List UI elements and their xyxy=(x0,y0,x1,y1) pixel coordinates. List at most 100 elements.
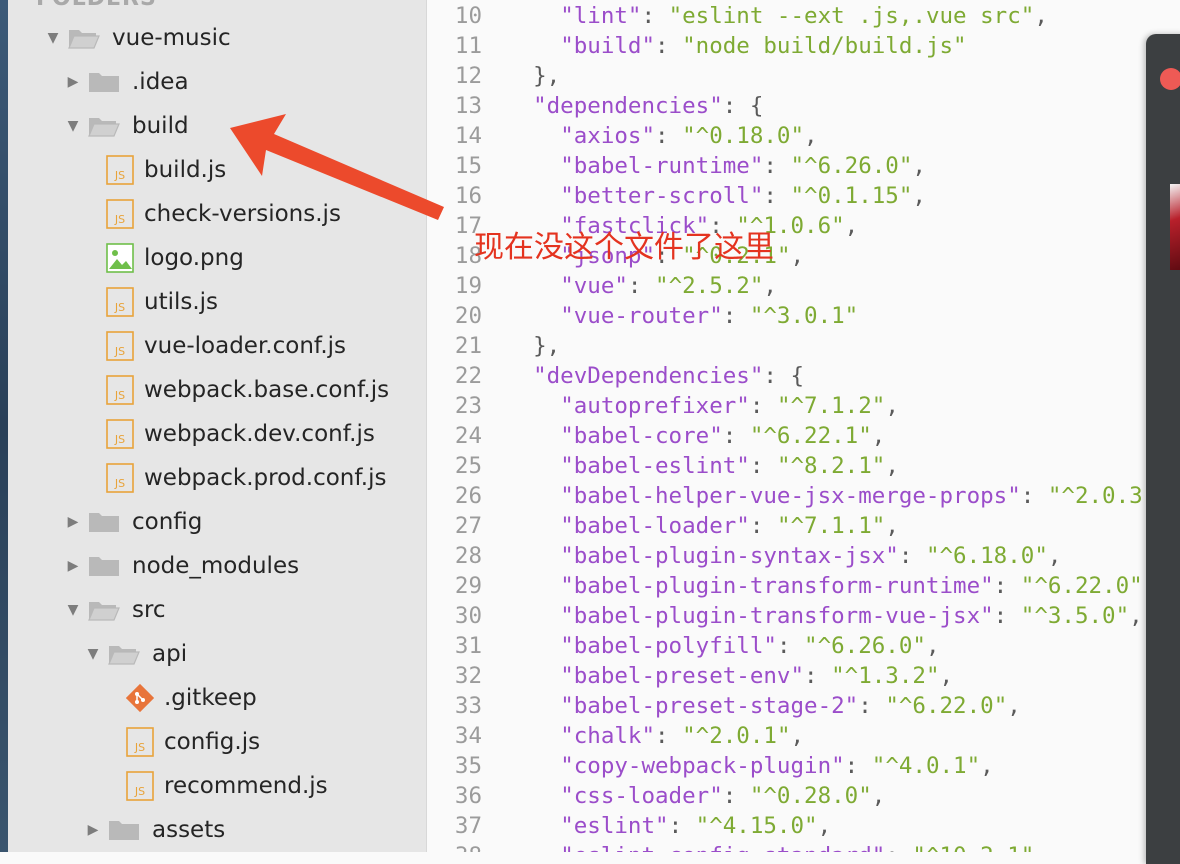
line-number: 26 xyxy=(454,483,482,509)
code-line[interactable]: 31 "babel-polyfill": "^6.26.0", xyxy=(427,631,940,661)
json-value: ^4.0.1 xyxy=(885,753,967,779)
tree-file-webpack-prod-conf-js[interactable]: JS webpack.prod.conf.js xyxy=(0,456,426,500)
tree-file-check-versions-js[interactable]: JS check-versions.js xyxy=(0,192,426,236)
json-value: ^6.26.0 xyxy=(817,633,913,659)
code-line[interactable]: 33 "babel-preset-stage-2": "^6.22.0", xyxy=(427,691,1021,721)
line-number: 16 xyxy=(454,183,482,209)
disclosure-open-icon[interactable]: ▼ xyxy=(44,29,62,47)
code-line[interactable]: 16 "better-scroll": "^0.1.15", xyxy=(427,181,926,211)
tree-folder-api[interactable]: ▼ api xyxy=(0,632,426,676)
json-value: ^6.18.0 xyxy=(939,543,1035,569)
code-line[interactable]: 38 "eslint-config-standard": "^10.2.1", xyxy=(427,841,1048,852)
tree-folder-vue-music[interactable]: ▼ vue-music xyxy=(0,16,426,60)
trailing-comma: , xyxy=(912,153,926,179)
tree-file-vue-loader-conf-js[interactable]: JS vue-loader.conf.js xyxy=(0,324,426,368)
line-number: 19 xyxy=(454,273,482,299)
line-number: 24 xyxy=(454,423,482,449)
code-line[interactable]: 10 "lint": "eslint --ext .js,.vue src", xyxy=(427,1,1048,31)
code-line[interactable]: 25 "babel-eslint": "^8.2.1", xyxy=(427,451,899,481)
tree-folder-config[interactable]: ▶ config xyxy=(0,500,426,544)
disclosure-closed-icon[interactable]: ▶ xyxy=(64,557,82,575)
code-line[interactable]: 35 "copy-webpack-plugin": "^4.0.1", xyxy=(427,751,994,781)
disclosure-closed-icon[interactable]: ▶ xyxy=(64,73,82,91)
code-punctuation: }, xyxy=(533,333,561,359)
image-file-icon xyxy=(106,243,134,273)
trailing-comma: , xyxy=(885,513,899,539)
code-line[interactable]: 23 "autoprefixer": "^7.1.2", xyxy=(427,391,899,421)
line-number: 33 xyxy=(454,693,482,719)
code-line[interactable]: 27 "babel-loader": "^7.1.1", xyxy=(427,511,899,541)
disclosure-open-icon[interactable]: ▼ xyxy=(64,601,82,619)
code-line[interactable]: 28 "babel-plugin-syntax-jsx": "^6.18.0", xyxy=(427,541,1062,571)
json-key: eslint-config-standard xyxy=(574,843,872,852)
tree-folder-assets[interactable]: ▶ assets xyxy=(0,808,426,852)
tree-file-logo-png[interactable]: logo.png xyxy=(0,236,426,280)
tree-file-webpack-dev-conf-js[interactable]: JS webpack.dev.conf.js xyxy=(0,412,426,456)
json-key: dependencies xyxy=(546,93,710,119)
tree-item-label: config xyxy=(132,509,203,535)
code-line[interactable]: 34 "chalk": "^2.0.1", xyxy=(427,721,804,751)
tree-item-label: webpack.prod.conf.js xyxy=(144,465,387,491)
json-key: autoprefixer xyxy=(573,393,737,419)
code-line[interactable]: 29 "babel-plugin-transform-runtime": "^6… xyxy=(427,571,1156,601)
tree-file-config-js[interactable]: JS config.js xyxy=(0,720,426,764)
json-value: ^6.26.0 xyxy=(804,153,899,179)
tree-folder-node-modules[interactable]: ▶ node_modules xyxy=(0,544,426,588)
json-key: vue xyxy=(573,273,615,299)
json-key: css-loader xyxy=(573,783,710,809)
line-number: 15 xyxy=(454,153,482,179)
json-value: ^6.22.1 xyxy=(763,423,859,449)
disclosure-open-icon[interactable]: ▼ xyxy=(64,117,82,135)
tree-file-build-js[interactable]: JS build.js xyxy=(0,148,426,192)
code-line[interactable]: 24 "babel-core": "^6.22.1", xyxy=(427,421,885,451)
tree-folder-idea[interactable]: ▶ .idea xyxy=(0,60,426,104)
tree-file-gitkeep[interactable]: .gitkeep xyxy=(0,676,426,720)
code-line[interactable]: 36 "css-loader": "^0.28.0", xyxy=(427,781,885,811)
line-number: 21 xyxy=(454,333,482,359)
tree-folder-build[interactable]: ▼ build xyxy=(0,104,426,148)
line-number: 22 xyxy=(454,363,482,389)
line-number: 27 xyxy=(454,513,482,539)
code-line[interactable]: 15 "babel-runtime": "^6.26.0", xyxy=(427,151,926,181)
disclosure-closed-icon[interactable]: ▶ xyxy=(64,513,82,531)
line-number: 37 xyxy=(454,813,482,839)
json-key: babel-runtime xyxy=(573,153,750,179)
disclosure-open-icon[interactable]: ▼ xyxy=(84,645,102,663)
tree-folder-src[interactable]: ▼ src xyxy=(0,588,426,632)
folder-icon xyxy=(88,71,120,93)
code-line[interactable]: 32 "babel-preset-env": "^1.3.2", xyxy=(427,661,953,691)
json-key: babel-eslint xyxy=(573,453,737,479)
code-line[interactable]: 19 "vue": "^2.5.2", xyxy=(427,271,777,301)
tree-file-utils-js[interactable]: JS utils.js xyxy=(0,280,426,324)
code-editor[interactable]: 10 "lint": "eslint --ext .js,.vue src", 1… xyxy=(427,0,1180,852)
tree-file-webpack-base-conf-js[interactable]: JS webpack.base.conf.js xyxy=(0,368,426,412)
js-file-icon: JS xyxy=(106,419,134,449)
code-line[interactable]: 14 "axios": "^0.18.0", xyxy=(427,121,818,151)
json-value: ^3.0.1 xyxy=(763,303,845,329)
code-line[interactable]: 21 }, xyxy=(427,331,560,361)
code-line[interactable]: 22 "devDependencies": { xyxy=(427,361,804,391)
code-line[interactable]: 26 "babel-helper-vue-jsx-merge-props": "… xyxy=(427,481,1170,511)
trailing-comma: , xyxy=(1034,843,1048,852)
code-line[interactable]: 12 }, xyxy=(427,61,560,91)
code-line[interactable]: 37 "eslint": "^4.15.0", xyxy=(427,811,831,841)
trailing-comma: , xyxy=(871,783,886,809)
code-line[interactable]: 13 "dependencies": { xyxy=(427,91,763,121)
trailing-comma: , xyxy=(817,813,832,839)
close-window-button[interactable] xyxy=(1160,68,1180,90)
tree-file-recommend-js[interactable]: JS recommend.js xyxy=(0,764,426,808)
code-line[interactable]: 20 "vue-router": "^3.0.1" xyxy=(427,301,858,331)
disclosure-closed-icon[interactable]: ▶ xyxy=(84,821,102,839)
svg-text:JS: JS xyxy=(114,301,125,314)
folder-icon xyxy=(88,555,120,577)
code-line[interactable]: 30 "babel-plugin-transform-vue-jsx": "^3… xyxy=(427,601,1143,631)
code-line[interactable]: 11 "build": "node build/build.js" xyxy=(427,31,967,61)
